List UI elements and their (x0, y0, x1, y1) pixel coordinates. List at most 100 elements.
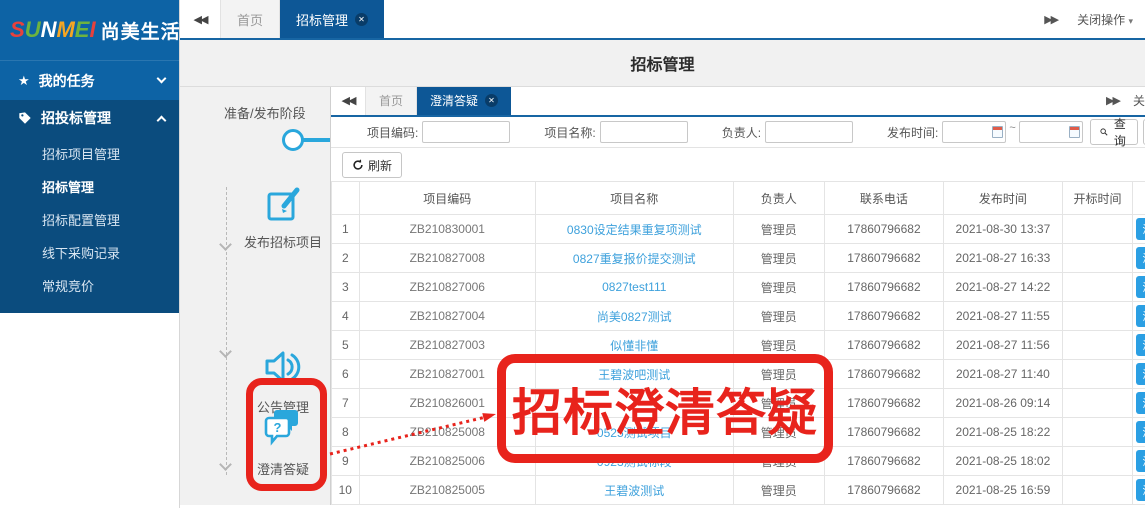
owner-cell: 管理员 (733, 302, 824, 331)
open-time-cell (1062, 360, 1132, 389)
row-index: 4 (332, 302, 360, 331)
sidebar-item-offline-purchase[interactable]: 线下采购记录 (0, 237, 179, 270)
project-name-link[interactable]: 0827test111 (602, 280, 666, 294)
phase-progress-line (303, 138, 330, 142)
sidebar-item-bid-config-mgmt[interactable]: 招标配置管理 (0, 204, 179, 237)
project-name-link[interactable]: 尚美0827测试 (597, 310, 672, 324)
sidebar-item-bid-mgmt[interactable]: 招标管理 (0, 171, 179, 204)
caret-down-icon: ▾ (1128, 16, 1133, 26)
logo-letter: N (41, 17, 57, 42)
logo-letter: I (89, 17, 95, 42)
logo-letter: M (56, 17, 74, 42)
owner-cell: 管理员 (733, 331, 824, 360)
table-row: 9 ZB210825006 0923测试标段 管理员 17860796682 2… (332, 447, 1145, 476)
open-time-cell (1062, 215, 1132, 244)
clarify-action-button[interactable]: 澄清答疑 (1136, 421, 1145, 443)
project-code-cell: ZB210825008 (359, 418, 535, 447)
search-icon (1100, 126, 1108, 138)
tab-label: 澄清答疑 (430, 92, 478, 109)
row-index: 8 (332, 418, 360, 447)
close-operations-dropdown[interactable]: 关闭操作 ▾ (1133, 92, 1145, 109)
chevron-down-icon (157, 74, 167, 84)
sidebar-item-bid-project-mgmt[interactable]: 招标项目管理 (0, 138, 179, 171)
project-name-link[interactable]: 似懂非懂 (610, 339, 658, 353)
clarify-action-button[interactable]: 澄清答疑 (1136, 334, 1145, 356)
clarify-action-button[interactable]: 澄清答疑 (1136, 247, 1145, 269)
phone-cell: 17860796682 (824, 215, 943, 244)
close-tab-icon[interactable]: ✕ (485, 94, 498, 107)
stage-publish-project[interactable]: 发布招标项目 (248, 187, 318, 251)
tab-label: 招标管理 (296, 10, 348, 29)
sidebar-item-bidding-mgmt[interactable]: 招投标管理 (0, 100, 179, 136)
col-index (332, 182, 360, 215)
inner-tabbar: ◀◀ 首页 澄清答疑 ✕ ▶▶ 关闭操作 ▾ (331, 87, 1145, 117)
logo-wordmark: SUNMEI (10, 17, 96, 43)
row-index: 7 (332, 389, 360, 418)
phone-cell: 17860796682 (824, 389, 943, 418)
clarify-action-button[interactable]: 澄清答疑 (1136, 392, 1145, 414)
flow-chevron-icon (219, 345, 232, 358)
collapse-tabs-icon[interactable]: ◀◀ (331, 87, 365, 115)
open-time-cell (1062, 273, 1132, 302)
project-name-link[interactable]: 王碧波吧测试 (598, 368, 670, 382)
col-actions: 操作 (1133, 182, 1145, 215)
expand-tabs-icon[interactable]: ▶▶ (1044, 13, 1057, 26)
project-name-input[interactable] (600, 121, 688, 143)
publish-time-start-input[interactable] (942, 121, 1006, 143)
publish-time-cell: 2021-08-30 13:37 (943, 215, 1062, 244)
stage-clarification[interactable]: ? 澄清答疑 (246, 404, 320, 478)
publish-time-cell: 2021-08-27 11:40 (943, 360, 1062, 389)
table-row: 8 ZB210825008 0525测试项目 管理员 17860796682 2… (332, 418, 1145, 447)
sidebar-item-regular-bidding[interactable]: 常规竞价 (0, 270, 179, 303)
page-title: 招标管理 (630, 51, 694, 75)
phase-label: 准备/发布阶段 (224, 103, 306, 122)
publish-time-cell: 2021-08-25 18:02 (943, 447, 1062, 476)
table-row: 7 ZB210826001 管理员 17860796682 2021-08-26… (332, 389, 1145, 418)
table-row: 10 ZB210825005 王碧波测试 管理员 17860796682 202… (332, 476, 1145, 505)
open-time-cell (1062, 389, 1132, 418)
refresh-button[interactable]: 刷新 (342, 152, 402, 178)
close-operations-dropdown[interactable]: 关闭操作 ▾ (1077, 11, 1133, 28)
collapse-tabs-icon[interactable]: ◀◀ (180, 0, 220, 38)
query-button[interactable]: 查询 (1090, 119, 1138, 145)
sidebar-item-my-tasks[interactable]: ★ 我的任务 (0, 60, 179, 100)
open-time-cell (1062, 302, 1132, 331)
clarify-action-button[interactable]: 澄清答疑 (1136, 218, 1145, 240)
owner-cell: 管理员 (733, 389, 824, 418)
project-name-link[interactable]: 0830设定结果重复项测试 (567, 223, 702, 237)
table-row: 3 ZB210827006 0827test111 管理员 1786079668… (332, 273, 1145, 302)
clarify-action-button[interactable]: 澄清答疑 (1136, 450, 1145, 472)
owner-input[interactable] (765, 121, 853, 143)
sidebar-submenu: 招标项目管理 招标管理 招标配置管理 线下采购记录 常规竞价 (0, 136, 179, 313)
publish-time-cell: 2021-08-27 11:55 (943, 302, 1062, 331)
phone-cell: 17860796682 (824, 360, 943, 389)
row-index: 6 (332, 360, 360, 389)
publish-time-label: 发布时间: (887, 124, 938, 141)
publish-time-cell: 2021-08-26 09:14 (943, 389, 1062, 418)
tab-bidding-mgmt[interactable]: 招标管理 ✕ (280, 0, 384, 38)
sidebar-item-label: 我的任务 (39, 71, 95, 91)
clarify-action-button[interactable]: 澄清答疑 (1136, 363, 1145, 385)
clarify-action-button[interactable]: 澄清答疑 (1136, 479, 1145, 501)
owner-cell: 管理员 (733, 273, 824, 302)
project-code-input[interactable] (422, 121, 510, 143)
tab-home[interactable]: 首页 (220, 0, 280, 38)
publish-time-end-input[interactable] (1019, 121, 1083, 143)
project-name-link[interactable]: 0827重复报价提交测试 (573, 252, 696, 266)
inner-tab-clarification[interactable]: 澄清答疑 ✕ (417, 87, 511, 115)
project-name-link[interactable]: 0525测试项目 (597, 426, 672, 440)
project-code-cell: ZB210827004 (359, 302, 535, 331)
edit-icon (266, 187, 300, 223)
inner-tab-home[interactable]: 首页 (365, 87, 417, 115)
expand-tabs-icon[interactable]: ▶▶ (1106, 94, 1119, 107)
open-time-cell (1062, 244, 1132, 273)
publish-time-cell: 2021-08-25 16:59 (943, 476, 1062, 505)
clarify-action-button[interactable]: 澄清答疑 (1136, 276, 1145, 298)
clarify-action-button[interactable]: 澄清答疑 (1136, 305, 1145, 327)
project-name-link[interactable]: 0923测试标段 (597, 455, 672, 469)
close-tab-icon[interactable]: ✕ (355, 13, 368, 26)
chat-question-icon: ? (262, 404, 304, 450)
project-name-link[interactable]: 王碧波测试 (604, 484, 664, 498)
page-header: 招标管理 (180, 40, 1145, 87)
col-phone: 联系电话 (824, 182, 943, 215)
